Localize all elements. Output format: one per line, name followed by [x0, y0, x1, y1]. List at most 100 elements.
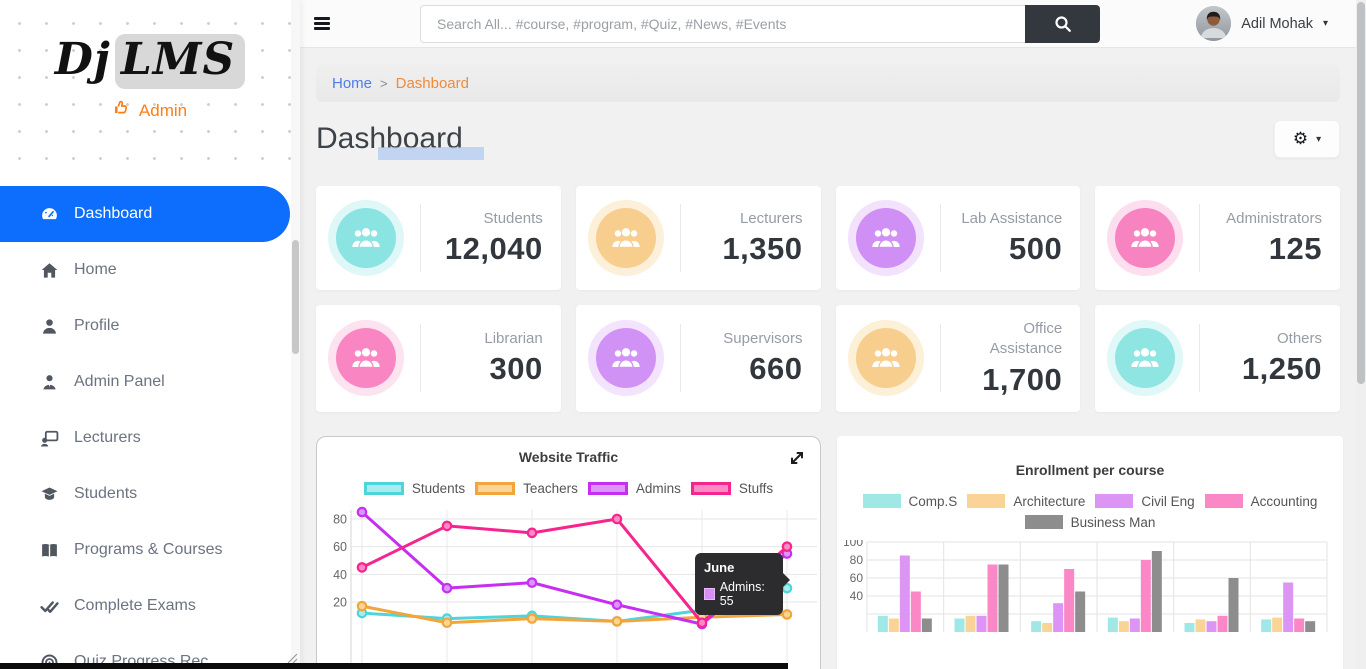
svg-text:20: 20	[333, 595, 347, 609]
admin-link[interactable]: Admin	[0, 99, 300, 122]
app-logo[interactable]: DjLMS	[0, 0, 300, 85]
breadcrumb-current: Dashboard	[396, 75, 469, 92]
legend-swatch	[863, 494, 901, 508]
legend-item[interactable]: Stuffs	[691, 481, 773, 496]
presenter-icon	[40, 429, 59, 448]
gauge-icon	[40, 205, 59, 224]
user-name: Adil Mohak	[1241, 16, 1313, 32]
sidebar-item-students[interactable]: Students	[0, 466, 300, 522]
sidebar-item-label: Lecturers	[74, 429, 141, 447]
search-icon	[1054, 15, 1072, 33]
sidebar-item-profile[interactable]: Profile	[0, 298, 300, 354]
thumbs-up-icon	[113, 99, 131, 122]
breadcrumb-separator: >	[380, 76, 388, 91]
logo-text-primary: Dj	[55, 34, 111, 85]
sidebar-item-programs-courses[interactable]: Programs & Courses	[0, 522, 300, 578]
page-scrollbar-thumb[interactable]	[1357, 2, 1365, 384]
legend-item[interactable]: Accounting	[1205, 494, 1318, 509]
sidebar-header: DjLMS Admin	[0, 0, 300, 178]
people-group-icon	[609, 226, 643, 250]
main-area: Adil Mohak ▾ Home > Dashboard Dashboard …	[300, 0, 1356, 669]
stat-divider	[940, 324, 941, 392]
legend-item[interactable]: Comp.S	[863, 494, 958, 509]
double-check-icon	[40, 597, 59, 616]
legend-item[interactable]: Civil Eng	[1095, 494, 1194, 509]
people-group-icon	[349, 346, 383, 370]
screen-edge-strip	[0, 663, 788, 669]
user-menu[interactable]: Adil Mohak ▾	[1196, 6, 1328, 41]
stat-divider	[940, 204, 941, 272]
website-traffic-card: Website Traffic Students Teachers Admins St…	[316, 436, 821, 669]
svg-text:100: 100	[843, 540, 863, 549]
stat-value: 12,040	[445, 231, 543, 267]
people-group-icon	[869, 226, 903, 250]
sidebar-item-dashboard[interactable]: Dashboard	[0, 186, 290, 242]
stat-icon-bubble	[336, 328, 396, 388]
hamburger-menu-icon[interactable]	[314, 15, 330, 33]
breadcrumb: Home > Dashboard	[316, 64, 1340, 102]
chart-title: Website Traffic	[317, 449, 820, 465]
search-button[interactable]	[1025, 5, 1100, 43]
expand-icon[interactable]	[788, 449, 806, 467]
stat-value: 500	[1009, 231, 1062, 267]
settings-button[interactable]: ⚙ ▾	[1274, 120, 1340, 158]
title-selection-highlight	[378, 147, 484, 160]
home-icon	[40, 261, 59, 280]
stat-label: Office Assistance	[957, 319, 1063, 360]
avatar	[1196, 6, 1231, 41]
topbar: Adil Mohak ▾	[300, 0, 1356, 48]
bar-chart-legend-row1: Comp.S Architecture Civil Eng Accounting	[837, 494, 1343, 509]
stat-divider	[420, 324, 421, 392]
sidebar-item-label: Complete Exams	[74, 597, 196, 615]
search-input[interactable]	[420, 5, 1025, 43]
sidebar-item-admin-panel[interactable]: Admin Panel	[0, 354, 300, 410]
stat-card: Supervisors 660	[576, 305, 821, 412]
stat-icon-halo	[588, 320, 664, 396]
tooltip-value: Admins: 55	[720, 580, 774, 608]
legend-item[interactable]: Students	[364, 481, 465, 496]
stat-value: 660	[749, 351, 802, 387]
legend-label: Teachers	[523, 481, 578, 496]
stats-grid: Students 12,040 Lecturers 1,350	[316, 186, 1340, 412]
stat-icon-halo	[848, 320, 924, 396]
sidebar-item-home[interactable]: Home	[0, 242, 300, 298]
stat-icon-bubble	[1115, 208, 1175, 268]
chart-tooltip: June Admins: 55	[695, 553, 783, 615]
stat-label: Librarian	[484, 329, 542, 349]
stat-label: Lecturers	[740, 209, 803, 229]
sidebar-item-complete-exams[interactable]: Complete Exams	[0, 578, 300, 634]
stat-label: Students	[484, 209, 543, 229]
app-screen: DjLMS Admin Dashboard Home	[0, 0, 1366, 669]
stat-card: Lecturers 1,350	[576, 186, 821, 290]
bar-chart[interactable]: 100806040	[837, 540, 1343, 669]
stat-icon-halo	[328, 320, 404, 396]
tooltip-title: June	[704, 560, 774, 575]
page-scrollbar-track[interactable]	[1356, 0, 1366, 669]
breadcrumb-home-link[interactable]: Home	[332, 75, 372, 92]
admin-person-icon	[40, 373, 59, 392]
legend-swatch	[588, 482, 628, 495]
legend-item[interactable]: Teachers	[475, 481, 578, 496]
stat-card: Others 1,250	[1095, 305, 1340, 412]
legend-item[interactable]: Admins	[588, 481, 681, 496]
stat-card: Students 12,040	[316, 186, 561, 290]
chevron-down-icon: ▾	[1323, 18, 1328, 29]
legend-item[interactable]: Architecture	[967, 494, 1085, 509]
sidebar-scrollbar-thumb[interactable]	[292, 240, 299, 354]
admin-link-label: Admin	[139, 101, 187, 121]
legend-label: Admins	[636, 481, 681, 496]
chart-title: Enrollment per course	[837, 462, 1343, 478]
sidebar-item-label: Students	[74, 485, 137, 503]
sidebar-item-label: Admin Panel	[74, 373, 165, 391]
legend-item[interactable]: Business Man	[1025, 515, 1156, 530]
legend-label: Comp.S	[909, 494, 958, 509]
stat-icon-halo	[1107, 200, 1183, 276]
stat-value: 1,700	[982, 362, 1062, 398]
svg-text:80: 80	[850, 553, 864, 567]
sidebar-item-label: Profile	[74, 317, 119, 335]
legend-label: Business Man	[1071, 515, 1156, 530]
sidebar-item-lecturers[interactable]: Lecturers	[0, 410, 300, 466]
stat-label: Others	[1277, 329, 1322, 349]
svg-text:40: 40	[333, 567, 347, 581]
stat-icon-bubble	[336, 208, 396, 268]
